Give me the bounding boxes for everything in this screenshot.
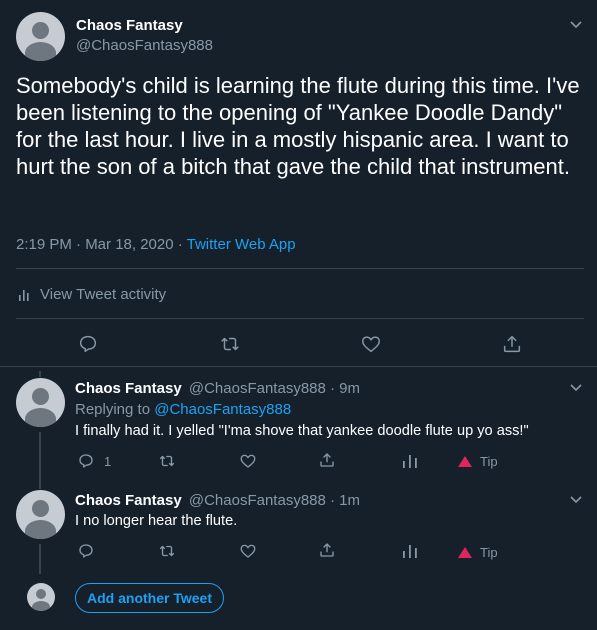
tip-label: Tip (480, 454, 498, 469)
chevron-down-icon[interactable] (568, 16, 584, 32)
reply-text: I no longer hear the flute. (75, 513, 238, 529)
timestamp[interactable]: 2:19 PM · Mar 18, 2020 · (16, 236, 187, 253)
reply-count: 1 (104, 454, 112, 469)
view-activity-link[interactable]: View Tweet activity (18, 286, 166, 303)
avatar[interactable] (16, 490, 65, 539)
avatar-body (25, 42, 56, 61)
retweet-icon[interactable] (219, 333, 241, 355)
share-icon[interactable] (318, 451, 336, 469)
display-name[interactable]: Chaos Fantasy (76, 17, 183, 34)
thread-line (39, 544, 41, 574)
like-icon[interactable] (239, 452, 257, 470)
thread-line (39, 432, 41, 484)
share-icon[interactable] (318, 541, 336, 559)
thread-line (39, 371, 41, 377)
retweet-icon[interactable] (158, 542, 176, 560)
handle[interactable]: @ChaosFantasy888 (76, 37, 213, 54)
like-icon[interactable] (239, 542, 257, 560)
avatar-head (36, 589, 46, 599)
tip-icon (458, 456, 472, 467)
divider (16, 318, 584, 319)
avatar[interactable] (16, 12, 65, 61)
handle-time[interactable]: @ChaosFantasy888 · 9m (189, 380, 360, 397)
analytics-icon[interactable] (401, 542, 419, 560)
reply-icon[interactable] (77, 542, 95, 560)
retweet-icon[interactable] (158, 452, 176, 470)
analytics-icon[interactable] (401, 452, 419, 470)
replying-to: Replying to @ChaosFantasy888 (75, 401, 291, 418)
avatar-head (32, 388, 49, 405)
tip-label: Tip (480, 545, 498, 560)
chevron-down-icon[interactable] (568, 491, 584, 507)
handle-time[interactable]: @ChaosFantasy888 · 1m (189, 492, 360, 509)
replying-handle[interactable]: @ChaosFantasy888 (154, 401, 291, 418)
avatar[interactable] (16, 378, 65, 427)
thread-line (39, 484, 41, 489)
tweet-meta: 2:19 PM · Mar 18, 2020 · Twitter Web App (16, 236, 296, 253)
avatar[interactable] (27, 583, 55, 611)
reply-icon[interactable] (77, 452, 95, 470)
source-link[interactable]: Twitter Web App (187, 236, 296, 253)
tip-button[interactable]: Tip (458, 545, 498, 560)
avatar-body (32, 601, 50, 611)
avatar-head (32, 500, 49, 517)
tip-icon (458, 547, 472, 558)
display-name[interactable]: Chaos Fantasy (75, 380, 182, 397)
reply-text: I finally had it. I yelled "I'ma shove t… (75, 423, 529, 439)
replying-prefix: Replying to (75, 401, 155, 418)
display-name[interactable]: Chaos Fantasy (75, 492, 182, 509)
like-icon[interactable] (360, 333, 382, 355)
tweet-text: Somebody's child is learning the flute d… (16, 73, 580, 179)
activity-label: View Tweet activity (40, 286, 167, 303)
share-icon[interactable] (501, 333, 523, 355)
divider (0, 366, 597, 367)
chevron-down-icon[interactable] (568, 379, 584, 395)
add-another-tweet-button[interactable]: Add another Tweet (75, 583, 224, 613)
divider (16, 268, 584, 269)
avatar-body (25, 408, 56, 427)
reply-icon[interactable] (77, 333, 99, 355)
avatar-head (32, 22, 49, 39)
reply-header: Chaos Fantasy @ChaosFantasy888 · 9m (75, 380, 360, 397)
reply-header: Chaos Fantasy @ChaosFantasy888 · 1m (75, 492, 360, 509)
activity-icon (18, 288, 32, 302)
avatar-body (25, 520, 56, 539)
tip-button[interactable]: Tip (458, 454, 498, 469)
